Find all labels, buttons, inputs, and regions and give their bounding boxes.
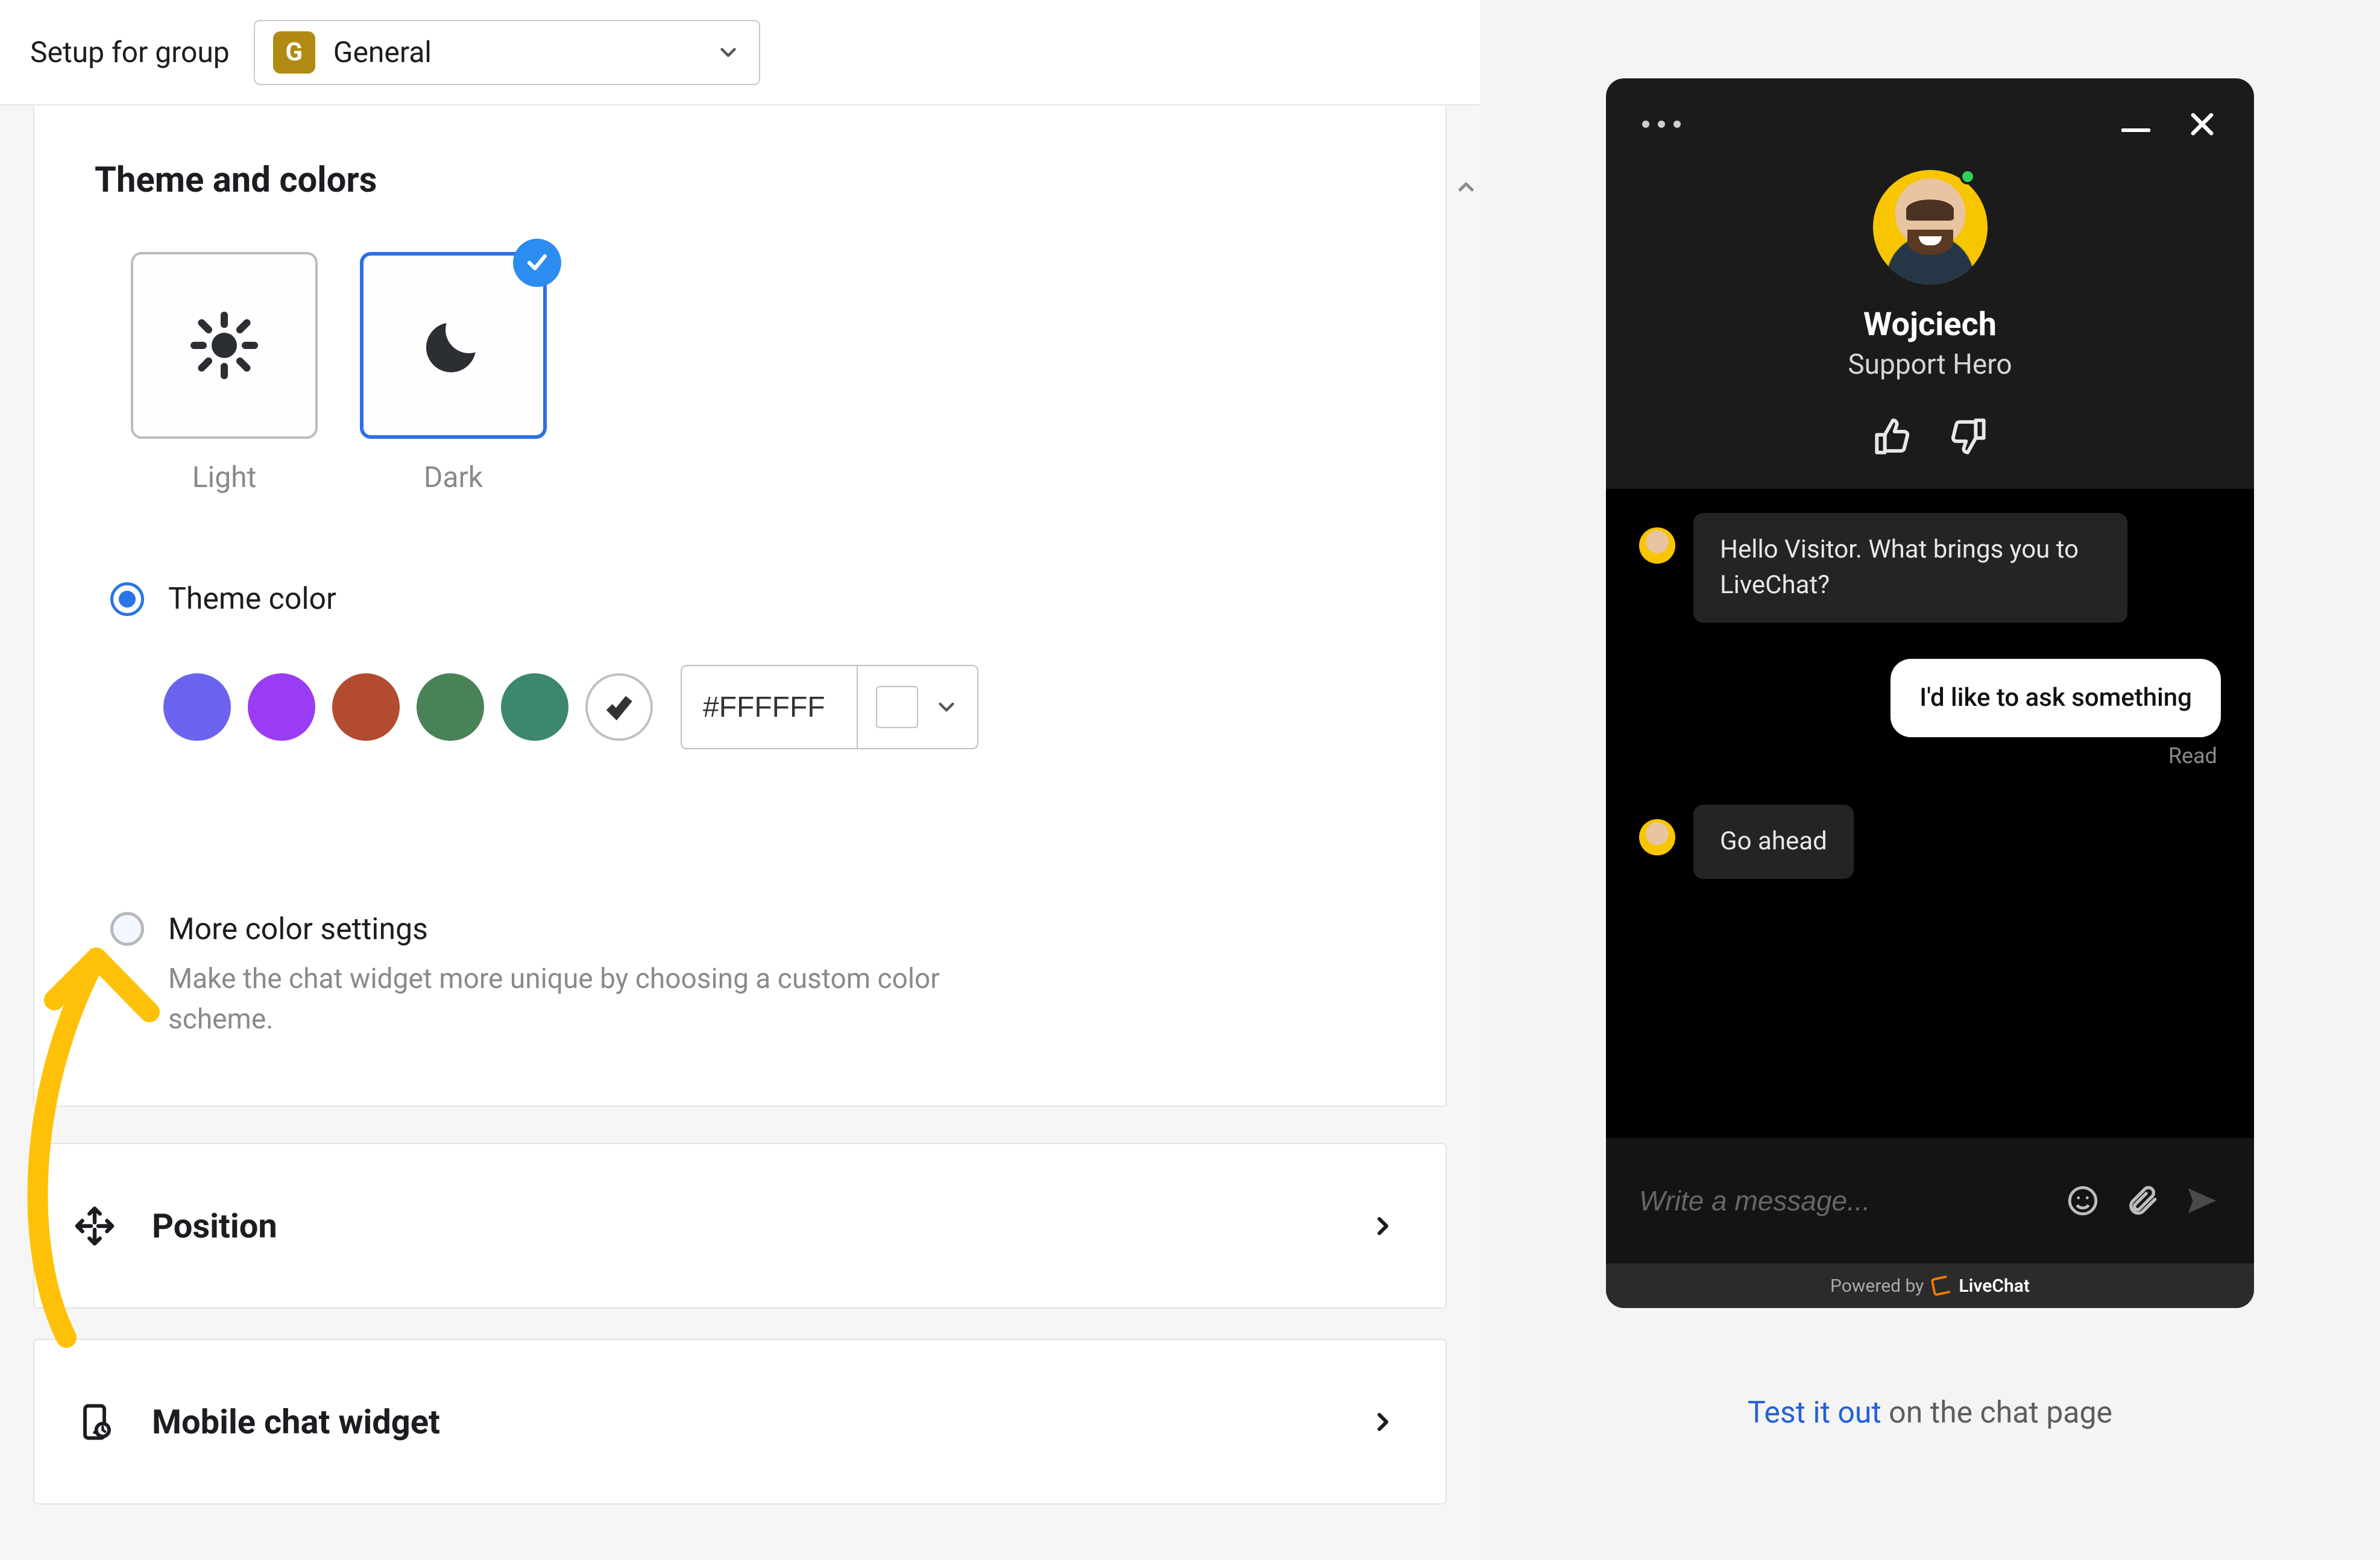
thumbs-down-icon[interactable] (1948, 417, 1987, 456)
close-icon[interactable] (2186, 109, 2218, 140)
message-status: Read (2168, 743, 2217, 769)
footer-brand: LiveChat (1959, 1275, 2030, 1297)
hex-input[interactable] (682, 666, 857, 748)
test-it-out-link[interactable]: Test it out (1748, 1395, 1881, 1430)
theme-option-light[interactable] (131, 252, 318, 439)
color-swatch-1[interactable] (163, 673, 231, 741)
more-color-settings-label: More color settings (168, 912, 982, 947)
theme-panel: Theme and colors (33, 105, 1447, 1107)
check-icon (602, 690, 636, 724)
send-icon[interactable] (2183, 1182, 2221, 1219)
mobile-icon (71, 1403, 119, 1441)
minimize-icon[interactable] (2121, 128, 2150, 132)
position-card[interactable]: Position (33, 1143, 1447, 1309)
widget-footer[interactable]: Powered by LiveChat (1606, 1263, 2254, 1308)
emoji-icon[interactable] (2065, 1183, 2100, 1218)
more-icon[interactable] (1642, 121, 1681, 128)
attachment-icon[interactable] (2124, 1183, 2159, 1218)
color-swatch-2[interactable] (248, 673, 315, 741)
livechat-icon (1931, 1275, 1953, 1297)
theme-option-light-label: Light (192, 460, 257, 494)
chevron-down-icon (934, 694, 959, 720)
mobile-chat-title: Mobile chat widget (152, 1402, 1335, 1442)
settings-content: Theme and colors (0, 105, 1480, 1560)
theme-color-radio[interactable] (110, 582, 144, 616)
group-badge: G (273, 31, 315, 74)
color-picker-dropdown[interactable] (858, 686, 977, 728)
selected-check-icon (513, 239, 561, 287)
more-color-settings-desc: Make the chat widget more unique by choo… (168, 959, 982, 1039)
sun-icon (188, 309, 260, 382)
footer-prefix: Powered by (1830, 1275, 1924, 1297)
visitor-message: I'd like to ask something (1890, 659, 2221, 738)
move-icon (71, 1205, 119, 1247)
chat-widget-preview: Wojciech Support Hero Hello Visitor. Wha… (1606, 78, 2254, 1308)
theme-section-title: Theme and colors (95, 160, 1385, 201)
status-online-icon (1960, 169, 1975, 184)
color-swatch-4[interactable] (417, 673, 484, 741)
thumbs-up-icon[interactable] (1874, 417, 1912, 456)
test-cta-rest: on the chat page (1881, 1395, 2112, 1430)
color-swatch-5[interactable] (501, 673, 568, 741)
theme-option-dark-label: Dark (424, 460, 483, 494)
color-swatch-custom-selected[interactable] (585, 673, 653, 741)
color-preview-square (876, 686, 918, 728)
agent-mini-avatar (1639, 527, 1675, 564)
scroll-up-caret-icon[interactable] (1454, 175, 1478, 199)
moon-icon (420, 312, 486, 379)
chat-input[interactable] (1639, 1184, 2047, 1217)
chevron-right-icon (1368, 1212, 1397, 1241)
chevron-right-icon (1368, 1407, 1397, 1436)
test-cta: Test it out on the chat page (1748, 1395, 2112, 1430)
group-dropdown[interactable]: G General (254, 20, 760, 85)
header-bar: Setup for group G General (0, 0, 1480, 105)
agent-avatar (1873, 170, 1988, 285)
chevron-down-icon (716, 40, 741, 65)
mobile-chat-card[interactable]: Mobile chat widget (33, 1339, 1447, 1505)
position-title: Position (152, 1206, 1335, 1246)
agent-role: Support Hero (1848, 348, 2012, 381)
setup-for-group-label: Setup for group (30, 35, 230, 69)
agent-mini-avatar (1639, 819, 1675, 855)
agent-message: Hello Visitor. What brings you to LiveCh… (1693, 513, 2127, 623)
theme-color-label: Theme color (168, 582, 336, 617)
agent-name: Wojciech (1863, 306, 1997, 344)
theme-option-dark[interactable] (360, 252, 547, 439)
color-swatch-3[interactable] (332, 673, 400, 741)
group-name: General (333, 35, 697, 69)
more-color-settings-radio[interactable] (110, 912, 144, 946)
agent-message: Go ahead (1693, 805, 1854, 879)
color-picker (681, 665, 978, 749)
